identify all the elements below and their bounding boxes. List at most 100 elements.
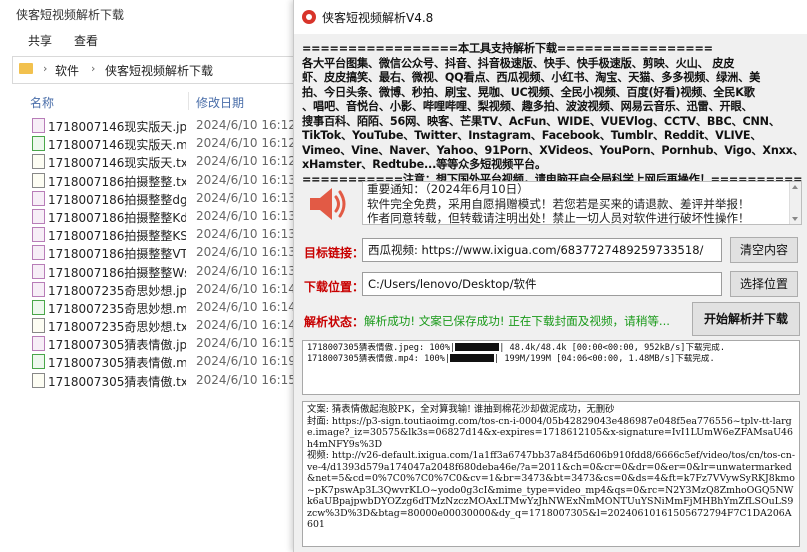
explorer-title: 侠客短视频解析下载 (16, 8, 125, 22)
column-divider[interactable] (188, 92, 189, 110)
file-date: 2024/6/10 16:13 (196, 245, 296, 260)
file-row[interactable]: 1718007186拍摄整整KdU... 2024/6/10 16:13 (0, 207, 300, 225)
progress-bar (450, 354, 495, 362)
announcement-line: 重要通知：（2024年6月10日） (367, 182, 529, 196)
file-name: 1718007305猜表情傲.mp4 (48, 356, 186, 371)
log-prefix: 1718007305猜表情傲.mp4: 100%| (307, 354, 451, 364)
text-file-icon (32, 318, 45, 334)
ribbon-tab-share[interactable]: 共享 (28, 32, 52, 49)
notice-line: 搜事百科、陌陌、56网、映客、芒果TV、AcFun、WIDE、VUEVlog、C… (302, 114, 780, 128)
file-row[interactable]: 1718007305猜表情傲.jpeg 2024/6/10 16:15 (0, 334, 300, 352)
file-name: 1718007305猜表情傲.txt (48, 374, 186, 389)
file-date: 2024/6/10 16:12 (196, 118, 296, 132)
image-file-icon (32, 208, 45, 224)
file-row[interactable]: 1718007186拍摄整整dgiO... 2024/6/10 16:13 (0, 189, 300, 207)
result-textarea[interactable]: 文案: 猜表情傲起泡胶PK，全对算我输! 谁抽到棉花沙却做泥成功，无删砂 封面:… (302, 401, 800, 547)
log-suffix: | 199M/199M [04:06<00:00, 1.48MB/s]下载完成. (494, 354, 715, 364)
file-date: 2024/6/10 16:15 (196, 372, 296, 387)
announcement-scrollbar[interactable] (789, 182, 801, 224)
file-date: 2024/6/10 16:14 (196, 299, 296, 314)
file-row[interactable]: 1718007235奇思妙想.jpeg 2024/6/10 16:14 (0, 280, 300, 298)
file-name: 1718007146现实版天.jpeg (48, 120, 186, 134)
notice-line: TikTok、YouTube、Twitter、Instagram、Faceboo… (302, 129, 762, 142)
image-file-icon (32, 190, 45, 206)
file-date: 2024/6/10 16:12 (196, 136, 296, 151)
announcement-line: 软件完全免费，采用自愿捐赠模式！若您若是买来的请退款、差评并举报！ (367, 196, 750, 211)
column-date[interactable]: 修改日期 (196, 94, 244, 111)
file-row[interactable]: 1718007146现实版天.txt 2024/6/10 16:12 (0, 152, 300, 170)
target-link-label: 目标链接： (304, 246, 365, 260)
app-title: 侠客短视频解析V4.8 (322, 11, 434, 25)
video-file-icon (32, 136, 45, 152)
file-name: 1718007146现实版天.mp4 (48, 138, 186, 153)
file-row[interactable]: 1718007186拍摄整整KSI... 2024/6/10 16:13 (0, 225, 300, 243)
file-row[interactable]: 1718007186拍摄整整VTcp... 2024/6/10 16:13 (0, 243, 300, 261)
announcement-box[interactable]: 重要通知：（2024年6月10日） 软件完全免费，采用自愿捐赠模式！若您若是买来… (362, 181, 802, 225)
file-row[interactable]: 1718007186拍摄整整.txt 2024/6/10 16:13 (0, 171, 300, 189)
file-row[interactable]: 1718007186拍摄整整WsH... 2024/6/10 16:13 (0, 262, 300, 280)
progress-bar (455, 343, 500, 351)
app-logo-icon (302, 10, 316, 24)
file-date: 2024/6/10 16:13 (196, 172, 296, 187)
speaker-icon (310, 188, 346, 220)
breadcrumb-software[interactable]: 软件 (55, 62, 79, 79)
choose-location-button[interactable]: 选择位置 (730, 271, 798, 297)
file-row[interactable]: 1718007146现实版天.jpeg 2024/6/10 16:12 (0, 116, 300, 134)
file-name: 1718007146现实版天.txt (48, 156, 186, 171)
save-location-label: 下载位置： (304, 280, 365, 294)
file-name: 1718007186拍摄整整VTcp... (48, 247, 186, 262)
column-headers: 名称 修改日期 (0, 92, 300, 110)
notice-line: 拍、今日头条、微博、秒拍、刷宝、晃咖、UC视频、全民小视频、百度(好看)视频、全… (302, 85, 755, 99)
file-name: 1718007235奇思妙想.jpeg (48, 283, 186, 298)
start-parse-download-button[interactable]: 开始解析并下载 (692, 302, 800, 336)
file-name: 1718007186拍摄整整WsH... (48, 265, 186, 280)
announcement-line: 作者同意转载，但转载请注明出处！禁止一切人员对软件进行破坏性操作！ (367, 211, 750, 225)
video-file-icon (32, 299, 45, 315)
address-bar[interactable]: › 软件 › 侠客短视频解析下载 (12, 56, 302, 84)
file-date: 2024/6/10 16:13 (196, 227, 296, 242)
file-date: 2024/6/10 16:15 (196, 336, 296, 351)
notice-line: =================本工具支持解析下载==============… (302, 42, 713, 55)
text-file-icon (32, 372, 45, 388)
log-prefix: 1718007305猜表情傲.jpeg: 100%| (307, 343, 456, 353)
file-row[interactable]: 1718007146现实版天.mp4 2024/6/10 16:12 (0, 134, 300, 152)
image-file-icon (32, 227, 45, 243)
log-line: 1718007305猜表情傲.mp4: 100%| | 199M/199M [04… (307, 354, 795, 365)
breadcrumb-current-folder[interactable]: 侠客短视频解析下载 (105, 62, 213, 79)
notice-line: 虾、皮皮搞笑、最右、微视、QQ看点、西瓜视频、小红书、淘宝、天猫、多多视频、绿洲… (302, 71, 761, 84)
notice-line: Vimeo、Vine、Naver、Yahoo、91Porn、XVideos、Yo… (302, 143, 802, 157)
folder-icon (19, 63, 33, 74)
ribbon-tab-view[interactable]: 查看 (74, 32, 98, 49)
image-file-icon (32, 336, 45, 352)
file-list: 1718007146现实版天.jpeg2024/6/10 16:12171800… (0, 116, 300, 389)
result-cover-line: 封面: https://p3-sign.toutiaoimg.com/tos-c… (307, 415, 793, 450)
download-log[interactable]: 1718007305猜表情傲.jpeg: 100%| | 48.4k/48.4k … (302, 340, 800, 395)
file-name: 1718007186拍摄整整.txt (48, 174, 186, 189)
chevron-right-icon: › (43, 62, 48, 75)
app-titlebar[interactable]: 侠客短视频解析V4.8 (294, 0, 807, 34)
file-date: 2024/6/10 16:14 (196, 281, 296, 296)
log-line: 1718007305猜表情傲.jpeg: 100%| | 48.4k/48.4k … (307, 343, 795, 354)
file-name: 1718007186拍摄整整KSI... (48, 229, 186, 244)
target-link-input[interactable]: 西瓜视频: https://www.ixigua.com/68377274892… (362, 238, 722, 262)
file-name: 1718007235奇思妙想.mp4 (48, 301, 186, 316)
supported-platforms-notice: =================本工具支持解析下载==============… (302, 42, 802, 186)
notice-line: 、唱吧、音悦台、小影、哔哩哔哩、梨视频、趣多拍、波波视频、网易云音乐、迅雷、开眼… (302, 100, 753, 113)
file-date: 2024/6/10 16:13 (196, 263, 296, 278)
result-video-line: 视频: http://v26-default.ixigua.com/1a1ff3… (307, 450, 795, 530)
downloader-app-window: 侠客短视频解析V4.8 =================本工具支持解析下载==… (293, 0, 807, 552)
file-row[interactable]: 1718007235奇思妙想.mp4 2024/6/10 16:14 (0, 298, 300, 316)
file-date: 2024/6/10 16:12 (196, 154, 296, 169)
file-row[interactable]: 1718007305猜表情傲.mp4 2024/6/10 16:19 (0, 352, 300, 370)
save-location-input[interactable]: C:/Users/lenovo/Desktop/软件 (362, 272, 722, 296)
file-name: 1718007235奇思妙想.txt (48, 320, 186, 335)
file-date: 2024/6/10 16:13 (196, 208, 296, 223)
clear-content-button[interactable]: 清空内容 (730, 237, 798, 263)
file-row[interactable]: 1718007305猜表情傲.txt 2024/6/10 16:15 (0, 371, 300, 389)
file-date: 2024/6/10 16:14 (196, 318, 296, 333)
text-file-icon (32, 154, 45, 170)
file-name: 1718007186拍摄整整KdU... (48, 210, 186, 225)
column-name[interactable]: 名称 (30, 94, 54, 111)
file-row[interactable]: 1718007235奇思妙想.txt 2024/6/10 16:14 (0, 316, 300, 334)
file-date: 2024/6/10 16:13 (196, 190, 296, 205)
